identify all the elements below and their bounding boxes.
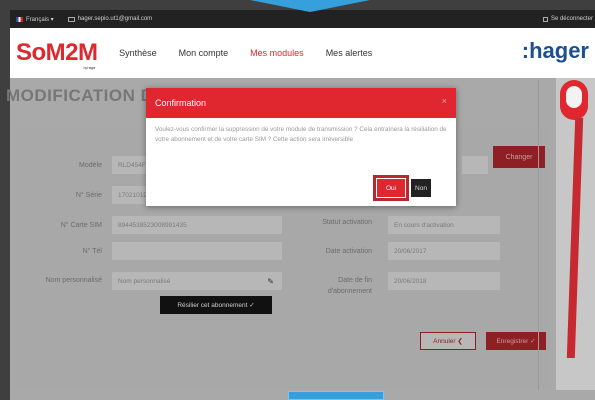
cancel-button[interactable]: Annuler ❮ (420, 332, 476, 350)
field-statut: En cours d'activation (388, 216, 500, 234)
yes-button[interactable]: Oui (373, 175, 409, 201)
logout-link[interactable]: Se déconnecter (542, 16, 593, 22)
field-nom[interactable]: Nom personnalisé ✎ (112, 272, 282, 290)
nav-menu: Synthèse Mon compte Mes modules Mes aler… (119, 48, 394, 58)
logo-m2m: M2M (45, 39, 98, 66)
nav-mes-alertes[interactable]: Mes alertes (326, 48, 373, 58)
outer-left-strip (0, 0, 10, 400)
pencil-icon[interactable]: ✎ (267, 277, 274, 286)
field-modele-right (462, 156, 488, 174)
logout-label: Se déconnecter (550, 16, 593, 22)
map-pin-hole (566, 86, 582, 108)
nav-mes-modules[interactable]: Mes modules (250, 48, 304, 58)
save-button[interactable]: Enregistrer ✓ (486, 332, 546, 350)
hager-logo: :hager (521, 38, 589, 63)
som2m-logo[interactable]: So M2M by hager (16, 39, 98, 70)
field-tel[interactable] (112, 242, 282, 260)
resilier-button[interactable]: Résilier cet abonnement ✓ (160, 296, 272, 314)
language-label: Français ▾ (26, 16, 54, 23)
bottom-highlight-bar (288, 391, 384, 400)
language-selector[interactable]: Français ▾ (16, 16, 54, 23)
field-nom-placeholder: Nom personnalisé (118, 277, 171, 285)
dialog-buttons: Oui Non (373, 175, 431, 201)
field-date-activation: 20/06/2017 (388, 242, 500, 260)
logo-so: So (16, 39, 46, 66)
label-statut: Statut activation (322, 219, 372, 226)
dialog-message: Voulez-vous confirmer la suppression de … (155, 126, 447, 144)
dialog-title: Confirmation (155, 98, 207, 108)
logout-icon (542, 16, 548, 22)
mail-icon (67, 16, 75, 22)
label-tel: N° Tél (82, 248, 102, 255)
annotation-divider (538, 80, 539, 390)
close-icon[interactable]: × (442, 96, 447, 106)
label-modele: Modèle (79, 162, 102, 169)
confirmation-dialog: Confirmation × Voulez-vous confirmer la … (146, 88, 456, 206)
label-date-activation: Date activation (325, 248, 372, 255)
field-sim: 8944538523008991435 (112, 216, 282, 234)
logo-by: by hager (83, 65, 96, 70)
page-title: MODIFICATION D (6, 86, 154, 105)
no-button[interactable]: Non (411, 179, 431, 197)
main-navbar: So M2M by hager Synthèse Mon compte Mes m… (10, 28, 595, 78)
nav-synthese[interactable]: Synthèse (119, 48, 157, 58)
user-email-text: hager.sepio.ut1@gmail.com (77, 16, 153, 22)
nav-mon-compte[interactable]: Mon compte (179, 48, 229, 58)
label-sim: N° Carte SIM (60, 222, 102, 229)
label-serie: N° Série (75, 192, 102, 199)
field-date-fin: 20/06/2018 (388, 272, 500, 290)
label-date-fin: Date de fin d'abonnement (327, 277, 372, 295)
user-email: hager.sepio.ut1@gmail.com (67, 16, 153, 22)
top-bar: Français ▾ hager.sepio.ut1@gmail.com Se … (10, 10, 595, 28)
dialog-header: Confirmation × (146, 88, 456, 118)
label-nom: Nom personnalisé (45, 277, 102, 284)
flag-fr-icon (16, 16, 23, 22)
arrow-down-icon (250, 0, 370, 12)
